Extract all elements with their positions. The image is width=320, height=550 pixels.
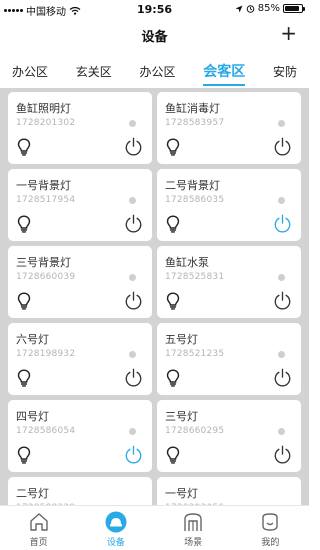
device-name: 三号灯 bbox=[165, 410, 198, 423]
tab-reception[interactable]: 会客区 bbox=[203, 58, 246, 86]
device-id: 1728517954 bbox=[16, 195, 76, 205]
status-dot bbox=[129, 197, 136, 204]
lightbulb-icon bbox=[166, 369, 180, 387]
device-name: 二号背景灯 bbox=[165, 179, 220, 192]
device-name: 二号灯 bbox=[16, 487, 49, 500]
status-right: 85% bbox=[235, 3, 305, 14]
power-button-icon[interactable] bbox=[124, 214, 143, 233]
power-button-icon[interactable] bbox=[124, 445, 143, 464]
profile-icon bbox=[262, 513, 279, 531]
bottom-tab-label: 场景 bbox=[184, 538, 203, 548]
lightbulb-icon bbox=[17, 215, 31, 233]
location-arrow-icon bbox=[235, 5, 243, 12]
home-icon bbox=[29, 513, 48, 531]
room-tabs: 办公区 玄关区 办公区 会客区 安防 bbox=[0, 58, 309, 86]
device-id: 1728660295 bbox=[165, 426, 225, 436]
lightbulb-icon bbox=[17, 446, 31, 464]
status-dot bbox=[278, 428, 285, 435]
bottom-tab-label: 我的 bbox=[261, 538, 280, 548]
device-card[interactable]: 鱼缸消毒灯 1728583957 bbox=[157, 92, 301, 164]
power-button-icon[interactable] bbox=[273, 445, 292, 464]
device-name: 鱼缸水泵 bbox=[165, 256, 209, 269]
battery-percent: 85% bbox=[257, 3, 280, 14]
tab-security[interactable]: 安防 bbox=[273, 58, 297, 86]
device-name: 一号背景灯 bbox=[16, 179, 71, 192]
bottom-tab-profile[interactable]: 我的 bbox=[232, 506, 309, 550]
lightbulb-icon bbox=[166, 446, 180, 464]
bottom-tab-label: 首页 bbox=[29, 538, 48, 548]
device-name: 三号背景灯 bbox=[16, 256, 71, 269]
device-id: 1728583957 bbox=[165, 118, 225, 128]
tab-entrance[interactable]: 玄关区 bbox=[76, 58, 112, 86]
lightbulb-icon bbox=[166, 292, 180, 310]
device-id: 1728586035 bbox=[165, 195, 225, 205]
status-dot bbox=[129, 428, 136, 435]
device-grid: 鱼缸照明灯 1728201302 鱼缸消毒灯 1728583957 一号背景灯 17285… bbox=[8, 92, 301, 505]
status-dot bbox=[278, 274, 285, 281]
power-button-icon[interactable] bbox=[124, 368, 143, 387]
status-dot bbox=[278, 351, 285, 358]
lightbulb-icon bbox=[17, 292, 31, 310]
device-id: 1728198932 bbox=[16, 349, 76, 359]
device-card[interactable]: 五号灯 1728521235 bbox=[157, 323, 301, 395]
device-id: 1728660039 bbox=[16, 272, 76, 282]
device-card[interactable]: 三号背景灯 1728660039 bbox=[8, 246, 152, 318]
device-grid-area: 鱼缸照明灯 1728201302 鱼缸消毒灯 1728583957 一号背景灯 17285… bbox=[0, 88, 309, 505]
bottom-tab-home[interactable]: 首页 bbox=[0, 506, 77, 550]
power-button-icon[interactable] bbox=[124, 137, 143, 156]
battery-icon bbox=[283, 4, 305, 13]
power-button-icon[interactable] bbox=[124, 291, 143, 310]
tab-office-1[interactable]: 办公区 bbox=[12, 58, 48, 86]
device-card[interactable]: 六号灯 1728198932 bbox=[8, 323, 152, 395]
device-name: 鱼缸照明灯 bbox=[16, 102, 71, 115]
nav-header: 设备 + bbox=[0, 20, 309, 50]
device-card[interactable]: 二号背景灯 1728586035 bbox=[157, 169, 301, 241]
tab-office-2[interactable]: 办公区 bbox=[140, 58, 176, 86]
device-name: 四号灯 bbox=[16, 410, 49, 423]
alarm-icon bbox=[246, 5, 255, 13]
status-bar: 中国移动 19:56 85% bbox=[0, 0, 309, 20]
power-button-icon[interactable] bbox=[273, 137, 292, 156]
power-button-icon[interactable] bbox=[273, 291, 292, 310]
device-id: 1728201302 bbox=[16, 118, 76, 128]
page-title: 设备 bbox=[141, 30, 168, 45]
lightbulb-icon bbox=[166, 215, 180, 233]
lightbulb-icon bbox=[166, 138, 180, 156]
device-id: 1728525831 bbox=[165, 272, 225, 282]
bottom-tab-bar: 首页 设备 场景 我的 bbox=[0, 505, 309, 550]
device-card[interactable]: 三号灯 1728660295 bbox=[157, 400, 301, 472]
power-button-icon[interactable] bbox=[273, 214, 292, 233]
device-card[interactable]: 一号灯1728293056 bbox=[157, 477, 301, 505]
device-id: 1728586054 bbox=[16, 426, 76, 436]
status-dot bbox=[278, 197, 285, 204]
add-device-button[interactable]: + bbox=[280, 23, 297, 43]
bottom-tab-devices[interactable]: 设备 bbox=[77, 506, 154, 550]
lightbulb-icon bbox=[17, 369, 31, 387]
lightbulb-icon bbox=[17, 138, 31, 156]
device-name: 六号灯 bbox=[16, 333, 49, 346]
device-name: 鱼缸消毒灯 bbox=[165, 102, 220, 115]
status-dot bbox=[129, 274, 136, 281]
status-dot bbox=[129, 351, 136, 358]
status-dot bbox=[278, 120, 285, 127]
device-card[interactable]: 鱼缸照明灯 1728201302 bbox=[8, 92, 152, 164]
status-dot bbox=[129, 120, 136, 127]
device-name: 五号灯 bbox=[165, 333, 198, 346]
device-name: 一号灯 bbox=[165, 487, 198, 500]
device-card[interactable]: 一号背景灯 1728517954 bbox=[8, 169, 152, 241]
device-id: 1728521235 bbox=[165, 349, 225, 359]
bottom-tab-label: 设备 bbox=[106, 538, 125, 548]
bottom-tab-scenes[interactable]: 场景 bbox=[155, 506, 232, 550]
device-card[interactable]: 二号灯1728588339 bbox=[8, 477, 152, 505]
device-icon bbox=[105, 511, 127, 533]
scene-icon bbox=[184, 513, 202, 531]
device-card[interactable]: 鱼缸水泵 1728525831 bbox=[157, 246, 301, 318]
power-button-icon[interactable] bbox=[273, 368, 292, 387]
device-card[interactable]: 四号灯 1728586054 bbox=[8, 400, 152, 472]
